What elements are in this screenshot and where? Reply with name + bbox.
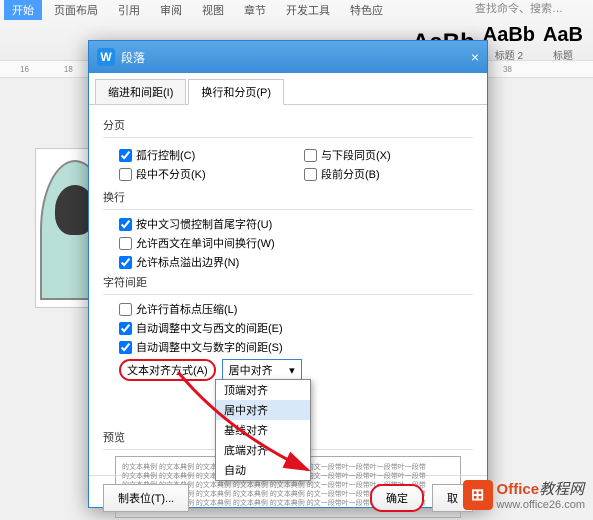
text-alignment-label: 文本对齐方式(A) [119, 359, 216, 381]
checkbox-compress[interactable] [119, 303, 132, 316]
text-alignment-select[interactable]: 居中对齐 ▾ [222, 359, 302, 381]
ribbon-tab-layout[interactable]: 页面布局 [50, 0, 102, 20]
divider [103, 137, 473, 138]
dialog-tabs: 缩进和间距(I) 换行和分页(P) [89, 73, 487, 105]
search-hint[interactable]: 查找命令、搜索… [475, 0, 563, 16]
watermark: ⊞ Office教程网 www.office26.com [463, 478, 585, 511]
checkbox-label: 孤行控制(C) [136, 147, 195, 163]
checkbox-page-break-before[interactable] [304, 168, 317, 181]
section-line-break: 换行 [103, 189, 473, 205]
dialog-titlebar[interactable]: W 段落 × [89, 41, 487, 73]
dialog-title-text: 段落 [121, 49, 145, 66]
ribbon-tab-references[interactable]: 引用 [114, 0, 144, 20]
ribbon-tab-review[interactable]: 审阅 [156, 0, 186, 20]
ribbon-tab-view[interactable]: 视图 [198, 0, 228, 20]
checkbox-label: 自动调整中文与西文的间距(E) [136, 320, 283, 336]
office-icon: ⊞ [463, 480, 493, 510]
checkbox-keep-with-next[interactable] [304, 149, 317, 162]
section-char-spacing: 字符间距 [103, 274, 473, 290]
dropdown-option-auto[interactable]: 自动 [216, 460, 310, 480]
paragraph-dialog: W 段落 × 缩进和间距(I) 换行和分页(P) 分页 孤行控制(C) 段中不分… [88, 40, 488, 508]
style-sample: AaBb [483, 24, 535, 47]
dropdown-option-top[interactable]: 顶端对齐 [216, 380, 310, 400]
ribbon-tab-dev[interactable]: 开发工具 [282, 0, 334, 20]
checkbox-word-wrap[interactable] [119, 237, 132, 250]
style-sample: AaB [543, 24, 583, 47]
ribbon-tab-features[interactable]: 特色应 [346, 0, 387, 20]
dropdown-option-bottom[interactable]: 底端对齐 [216, 440, 310, 460]
ok-button[interactable]: 确定 [370, 484, 424, 512]
tabs-button[interactable]: 制表位(T)... [103, 484, 189, 512]
tab-line-page-breaks[interactable]: 换行和分页(P) [188, 79, 284, 105]
style-item[interactable]: AaB 标题 [543, 24, 583, 62]
checkbox-cjk-number[interactable] [119, 341, 132, 354]
checkbox-label: 允许行首标点压缩(L) [136, 301, 237, 317]
divider [103, 209, 473, 210]
ribbon-start-tab[interactable]: 开始 [4, 0, 42, 20]
checkbox-label: 允许标点溢出边界(N) [136, 254, 239, 270]
checkbox-label: 与下段同页(X) [321, 147, 391, 163]
ribbon-tabs: 页面布局 引用 审阅 视图 章节 开发工具 特色应 [50, 0, 387, 20]
checkbox-label: 自动调整中文与数字的间距(S) [136, 339, 283, 355]
dialog-body: 分页 孤行控制(C) 段中不分页(K) 与下段同页(X) 段前分页(B) 换行 … [89, 105, 487, 475]
checkbox-punctuation[interactable] [119, 218, 132, 231]
style-item[interactable]: AaBb 标题 2 [483, 24, 535, 62]
watermark-url: www.office26.com [497, 499, 585, 511]
checkbox-keep-lines[interactable] [119, 168, 132, 181]
checkbox-label: 允许西文在单词中间换行(W) [136, 235, 275, 251]
chevron-down-icon: ▾ [289, 364, 295, 377]
checkbox-cjk-latin[interactable] [119, 322, 132, 335]
ribbon-tab-section[interactable]: 章节 [240, 0, 270, 20]
watermark-title: Office教程网 [497, 478, 585, 499]
tab-indent-spacing[interactable]: 缩进和间距(I) [95, 79, 186, 104]
dropdown-option-center[interactable]: 居中对齐 [216, 400, 310, 420]
checkbox-label: 段中不分页(K) [136, 166, 206, 182]
checkbox-label: 按中文习惯控制首尾字符(U) [136, 216, 272, 232]
divider [103, 294, 473, 295]
checkbox-widow-control[interactable] [119, 149, 132, 162]
dropdown-option-baseline[interactable]: 基线对齐 [216, 420, 310, 440]
close-icon[interactable]: × [471, 49, 479, 65]
dialog-icon: W [97, 48, 115, 66]
select-value: 居中对齐 [229, 362, 273, 378]
section-pagination: 分页 [103, 117, 473, 133]
alignment-dropdown: 顶端对齐 居中对齐 基线对齐 底端对齐 自动 [215, 379, 311, 481]
checkbox-label: 段前分页(B) [321, 166, 380, 182]
checkbox-overflow[interactable] [119, 256, 132, 269]
